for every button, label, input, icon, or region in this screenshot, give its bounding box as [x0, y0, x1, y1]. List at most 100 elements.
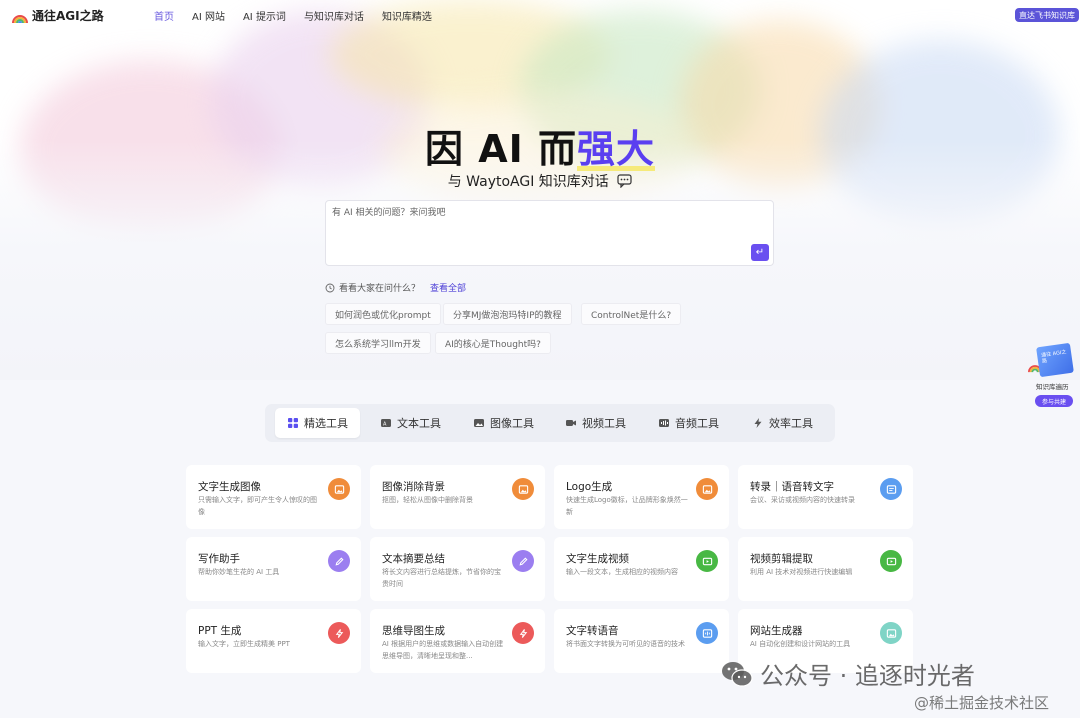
- video-icon: [696, 550, 718, 572]
- text-icon: A: [381, 419, 391, 427]
- tool-card-description: 快速生成Logo徽标，让品牌形象焕然一新: [566, 496, 688, 516]
- tab-featured[interactable]: 精选工具: [275, 408, 360, 438]
- feishu-kb-button[interactable]: 直达飞书知识库: [1015, 8, 1079, 22]
- juejin-watermark: @稀土掘金技术社区: [914, 694, 1050, 712]
- tool-card[interactable]: 转录｜语音转文字会议、采访或视频内容的快速转录: [738, 465, 913, 529]
- pen-icon: [512, 550, 534, 572]
- tool-card[interactable]: 思维导图生成 AI 根据用户的思维或数据输入自动创建思维导图，清晰地呈现和整...: [370, 609, 545, 673]
- nav-ai-sites[interactable]: AI 网站: [192, 8, 225, 23]
- tab-image-tools[interactable]: 图像工具: [461, 408, 546, 438]
- enter-icon: ↵: [755, 247, 765, 258]
- tool-card-description: AI 根据用户的思维或数据输入自动创建思维导图，清晰地呈现和整...: [382, 640, 504, 660]
- tool-card-description: 会议、采访或视频内容的快速转录: [750, 496, 855, 504]
- tool-card-description: AI 自动化创建和设计网站的工具: [750, 640, 851, 648]
- image-icon: [880, 622, 902, 644]
- audio-icon: [659, 419, 669, 427]
- tool-card[interactable]: PPT 生成 输入文字，立即生成精美 PPT: [186, 609, 361, 673]
- popular-label: 看看大家在问什么？: [339, 284, 421, 294]
- watermark-text: 公众号 · 追逐时光者: [760, 662, 975, 690]
- video-icon: [880, 550, 902, 572]
- brand-logo[interactable]: 通往AGI之路: [12, 7, 104, 24]
- view-all-link[interactable]: 查看全部: [430, 281, 466, 294]
- wechat-icon: [722, 661, 753, 687]
- lightning-icon: [328, 622, 350, 644]
- tab-audio-tools[interactable]: 音频工具: [646, 408, 731, 438]
- tab-video-tools[interactable]: 视频工具: [553, 408, 638, 438]
- tool-card-title: 文字转语音: [566, 625, 619, 637]
- send-button[interactable]: ↵: [751, 244, 769, 261]
- tab-text-tools[interactable]: A 文本工具: [368, 408, 453, 438]
- tool-card-title: 文字生成图像: [198, 481, 261, 493]
- tool-card-description: 输入文字，立即生成精美 PPT: [198, 640, 290, 648]
- tool-card[interactable]: 文字生成图像只需输入文字，即可产生令人惊叹的图像: [186, 465, 361, 529]
- tool-card[interactable]: 文字转语音 将书面文字转换为可听见的语音的技术: [554, 609, 729, 673]
- image-icon: [696, 478, 718, 500]
- tool-card-description: 将长文内容进行总结提炼，节省你的宝贵时间: [382, 568, 501, 588]
- kb-float-widget[interactable]: 通往 AGI之路 知识库遍历 参与共建: [1028, 342, 1080, 413]
- tool-card[interactable]: 写作助手帮助你妙笔生花的 AI 工具: [186, 537, 361, 601]
- nav-home[interactable]: 首页: [154, 8, 174, 23]
- chat-bubble-icon: [617, 174, 632, 188]
- tool-card-description: 抠图，轻松从图像中删除背景: [382, 496, 473, 504]
- tool-card[interactable]: 文字生成视频输入一段文本，生成相应的视频内容: [554, 537, 729, 601]
- tab-efficiency-tools[interactable]: 效率工具: [740, 408, 825, 438]
- lightning-icon: [754, 418, 762, 428]
- question-chip[interactable]: ControlNet是什么?: [581, 303, 682, 325]
- brand-name: 通往AGI之路: [32, 9, 104, 23]
- image-icon: [328, 478, 350, 500]
- tool-card[interactable]: 视频剪辑提取 利用 AI 技术对视频进行快速编辑: [738, 537, 913, 601]
- transcribe-icon: [880, 478, 902, 500]
- tool-card-description: 利用 AI 技术对视频进行快速编辑: [750, 568, 853, 576]
- book-icon: 通往 AGI之路: [1036, 342, 1074, 378]
- svg-text:A: A: [383, 421, 387, 427]
- question-chip[interactable]: 如何润色或优化prompt: [325, 303, 441, 325]
- popular-questions-header: 看看大家在问什么？ 查看全部: [325, 281, 466, 294]
- question-input[interactable]: [332, 205, 742, 255]
- widget-label: 知识库遍历: [1036, 383, 1069, 391]
- tab-label: 文本工具: [397, 417, 441, 430]
- top-navbar: 通往AGI之路 首页 AI 网站 AI 提示词 与知识库对话 知识库精选 直达飞…: [0, 0, 1080, 30]
- tool-card-title: 思维导图生成: [382, 625, 445, 637]
- nav-kb-chat[interactable]: 与知识库对话: [304, 8, 364, 23]
- tab-label: 精选工具: [304, 417, 348, 430]
- question-chip[interactable]: 怎么系统学习llm开发: [325, 332, 431, 354]
- tool-card-title: 网站生成器: [750, 625, 803, 637]
- history-icon: [325, 283, 335, 292]
- tab-label: 视频工具: [582, 417, 626, 430]
- tool-card-title: 图像消除背景: [382, 481, 445, 493]
- hero-title-accent: 强大: [577, 127, 656, 171]
- tab-label: 图像工具: [490, 417, 534, 430]
- nav-ai-prompts[interactable]: AI 提示词: [243, 8, 286, 23]
- tool-card-description: 只需输入文字，即可产生令人惊叹的图像: [198, 496, 317, 516]
- wechat-watermark: 公众号 · 追逐时光者: [720, 656, 975, 691]
- tool-category-tabs: 精选工具 A 文本工具 图像工具 视频工具 音频工具 效率工具: [265, 404, 835, 442]
- question-box: ↵: [325, 200, 774, 266]
- tool-card[interactable]: 图像消除背景抠图，轻松从图像中删除背景: [370, 465, 545, 529]
- lightning-icon: [512, 622, 534, 644]
- hero-title-main: 因 AI 而: [424, 127, 577, 171]
- book-text: 通往 AGI之路: [1040, 349, 1067, 365]
- question-chip[interactable]: 分享MJ做泡泡玛特IP的教程: [443, 303, 572, 325]
- tool-card[interactable]: Logo生成 快速生成Logo徽标，让品牌形象焕然一新: [554, 465, 729, 529]
- tool-card[interactable]: 文本摘要总结将长文内容进行总结提炼，节省你的宝贵时间: [370, 537, 545, 601]
- grid-icon: [288, 418, 298, 428]
- audio-icon: [696, 622, 718, 644]
- rainbow-logo-icon: [12, 14, 28, 23]
- contribute-button[interactable]: 参与共建: [1035, 395, 1073, 407]
- tool-card-title: 转录｜语音转文字: [750, 481, 834, 493]
- hero-subtitle: 与 WaytoAGI 知识库对话: [0, 171, 1080, 191]
- image-icon: [512, 478, 534, 500]
- tab-label: 效率工具: [769, 417, 813, 430]
- tool-card-title: 文字生成视频: [566, 553, 629, 565]
- tool-card-description: 输入一段文本，生成相应的视频内容: [566, 568, 678, 576]
- tool-card-description: 帮助你妙笔生花的 AI 工具: [198, 568, 280, 576]
- nav-kb-featured[interactable]: 知识库精选: [382, 8, 432, 23]
- tool-card-title: 写作助手: [198, 553, 240, 565]
- tool-card-title: 文本摘要总结: [382, 553, 445, 565]
- tab-label: 音频工具: [675, 417, 719, 430]
- hero-title: 因 AI 而强大: [0, 118, 1080, 173]
- hero-subtitle-text: 与 WaytoAGI 知识库对话: [447, 174, 609, 190]
- question-chip[interactable]: AI的核心是Thought吗?: [435, 332, 551, 354]
- pen-icon: [328, 550, 350, 572]
- image-icon: [474, 419, 484, 427]
